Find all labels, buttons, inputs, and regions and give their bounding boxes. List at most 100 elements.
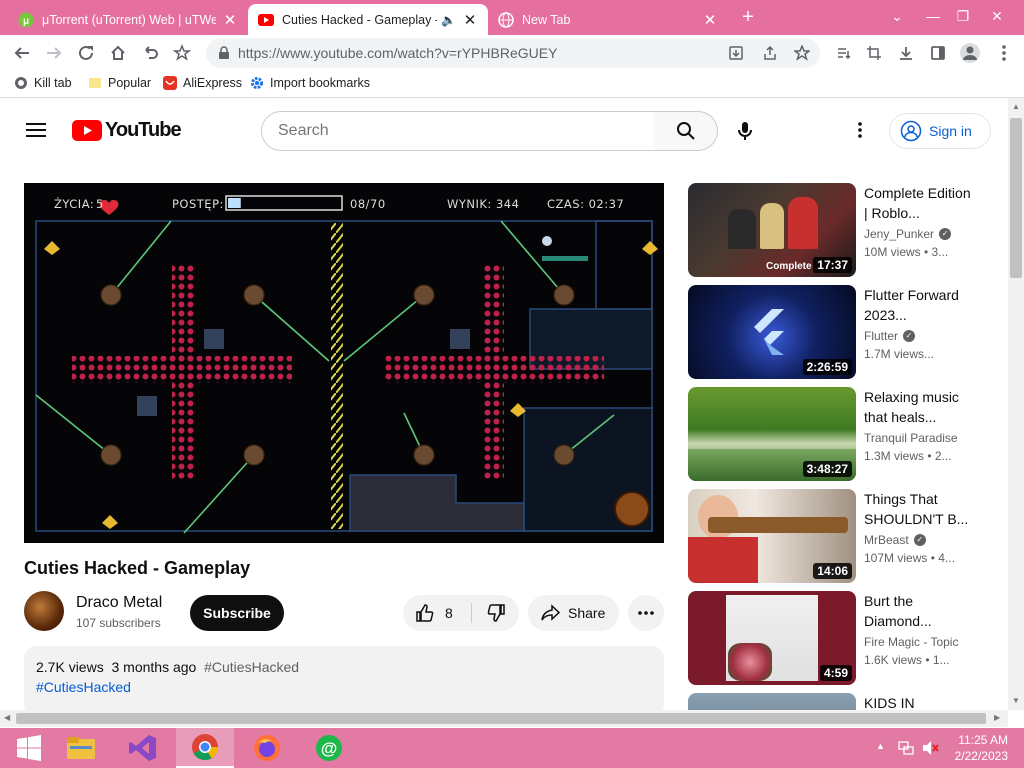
like-count: 8	[445, 605, 453, 621]
hashtag-link[interactable]: #CutiesHacked	[36, 679, 131, 695]
recommendation-item[interactable]: Complete 17:37 Complete Edition | Roblo.…	[688, 183, 988, 277]
tab-search-icon[interactable]: ⌄	[882, 2, 912, 30]
back-button[interactable]	[8, 39, 36, 67]
hashtag-inline[interactable]: #CutiesHacked	[204, 659, 299, 675]
description-box[interactable]: 2.7K views 3 months ago #CutiesHacked #C…	[24, 646, 664, 716]
home-button[interactable]	[104, 39, 132, 67]
address-bar[interactable]: https://www.youtube.com/watch?v=rYPHBReG…	[206, 38, 820, 68]
side-panel-icon[interactable]	[924, 39, 952, 67]
search-input[interactable]: Search	[261, 111, 655, 151]
email-app-button[interactable]: @	[300, 728, 358, 768]
start-button[interactable]	[0, 728, 58, 768]
firefox-button[interactable]	[238, 728, 296, 768]
install-app-icon	[729, 46, 743, 60]
browser-menu-icon[interactable]	[990, 39, 1018, 67]
bookmark-popular[interactable]: Popular	[88, 76, 151, 90]
search-button[interactable]	[654, 111, 718, 151]
scroll-right-icon[interactable]: ▶	[994, 713, 1000, 722]
vertical-scrollbar[interactable]: ▲ ▼	[1008, 98, 1024, 710]
show-hidden-icons[interactable]: ▲	[876, 741, 885, 751]
recommendation-item[interactable]: KIDS IN	[688, 693, 988, 710]
system-clock[interactable]: 11:25 AM 2/22/2023	[955, 732, 1008, 764]
lives-value: 5	[96, 197, 104, 211]
restore-button[interactable]: ❐	[948, 2, 978, 30]
tab-new-tab[interactable]: New Tab ✕	[488, 4, 728, 35]
recommendation-item[interactable]: 4:59 Burt the Diamond... Fire Magic - To…	[688, 591, 988, 685]
close-window-button[interactable]: ✕	[982, 2, 1012, 30]
forward-button[interactable]	[40, 39, 68, 67]
recommendation-item[interactable]: 14:06 Things That SHOULDN'T B... MrBeast…	[688, 489, 988, 583]
recommendation-item[interactable]: 2:26:59 Flutter Forward 2023... Flutter ✓…	[688, 285, 988, 379]
windows-logo-icon	[17, 735, 41, 761]
scrollbar-thumb[interactable]	[1010, 118, 1022, 278]
channel-name[interactable]: Draco Metal	[76, 594, 162, 612]
like-button[interactable]: 8	[403, 595, 471, 631]
volume-muted-icon[interactable]	[922, 740, 940, 761]
scroll-down-icon[interactable]: ▼	[1012, 696, 1020, 705]
dislike-button[interactable]	[473, 595, 519, 631]
close-tab-icon[interactable]: ✕	[462, 11, 478, 29]
bookmark-aliexpress[interactable]: AliExpress	[163, 76, 242, 90]
scrollbar-thumb[interactable]	[16, 713, 986, 724]
bookmark-kill-tab[interactable]: Kill tab	[14, 76, 72, 90]
share-button[interactable]: Share	[528, 595, 619, 631]
video-title: Cuties Hacked - Gameplay	[24, 558, 251, 578]
chrome-button[interactable]	[176, 728, 234, 768]
at-sign-icon: @	[316, 735, 342, 761]
video-thumbnail[interactable]: 3:48:27	[688, 387, 856, 481]
file-explorer-button[interactable]	[52, 728, 110, 768]
close-tab-icon[interactable]: ✕	[222, 11, 238, 29]
youtube-logo[interactable]: YouTube	[72, 119, 182, 142]
undo-button[interactable]	[136, 39, 164, 67]
minimize-button[interactable]: —	[918, 2, 948, 30]
folder-icon	[67, 737, 95, 759]
guide-menu-icon[interactable]	[26, 122, 46, 143]
bookmark-import[interactable]: Import bookmarks	[250, 76, 370, 90]
like-dislike-group: 8	[403, 595, 519, 631]
recommendation-views: 1.3M views • 2...	[864, 449, 952, 463]
recommendation-title[interactable]: Flutter Forward 2023...	[864, 285, 974, 325]
horizontal-scrollbar[interactable]: ◀ ▶	[0, 710, 1008, 727]
profile-avatar-icon[interactable]	[956, 39, 984, 67]
reading-list-icon[interactable]	[830, 39, 858, 67]
share-icon	[541, 604, 560, 621]
recommendation-title[interactable]: Complete Edition | Roblo...	[864, 183, 974, 223]
subscribe-button[interactable]: Subscribe	[190, 595, 284, 631]
youtube-header: YouTube Search Sign in	[0, 98, 1008, 162]
visual-studio-button[interactable]	[114, 728, 172, 768]
video-thumbnail[interactable]: Complete 17:37	[688, 183, 856, 277]
verified-badge-icon: ✓	[939, 228, 952, 240]
settings-more-icon[interactable]	[858, 122, 862, 143]
recommendation-title[interactable]: Things That SHOULDN'T B...	[864, 489, 974, 529]
like-divider	[471, 603, 472, 623]
video-player[interactable]: ŻYCIA: 5 POSTĘP: 08/70 WYNIK: 344 CZAS: …	[24, 183, 664, 543]
youtube-favicon	[258, 12, 274, 28]
recommendation-title[interactable]: Burt the Diamond...	[864, 591, 974, 631]
recommendation-title[interactable]: Relaxing music that heals...	[864, 387, 974, 427]
close-tab-icon[interactable]: ✕	[702, 11, 718, 29]
voice-search-button[interactable]	[737, 121, 753, 146]
reload-button[interactable]	[72, 39, 100, 67]
flutter-logo-icon	[754, 309, 784, 355]
scroll-left-icon[interactable]: ◀	[4, 713, 10, 722]
scroll-up-icon[interactable]: ▲	[1012, 102, 1020, 111]
sign-in-button[interactable]: Sign in	[889, 113, 991, 149]
recommendation-item[interactable]: 3:48:27 Relaxing music that heals... Tra…	[688, 387, 988, 481]
progress-value: 08/70	[350, 197, 386, 211]
video-thumbnail[interactable]: 14:06	[688, 489, 856, 583]
channel-avatar[interactable]	[24, 591, 64, 631]
new-tab-button[interactable]: +	[734, 6, 762, 30]
tab-youtube-video[interactable]: Cuties Hacked - Gameplay - 🔈 ✕	[248, 4, 488, 35]
bookmark-star-button[interactable]	[168, 39, 196, 67]
account-circle-icon	[900, 120, 922, 142]
video-thumbnail[interactable]: 2:26:59	[688, 285, 856, 379]
tab-utorrent[interactable]: μ μTorrent (uTorrent) Web | uTWeb ✕	[8, 4, 248, 35]
recommendation-title[interactable]: KIDS IN	[864, 693, 974, 710]
more-actions-button[interactable]	[628, 595, 664, 631]
video-thumbnail[interactable]	[688, 693, 856, 710]
download-icon[interactable]	[892, 39, 920, 67]
crop-icon[interactable]	[860, 39, 888, 67]
network-icon[interactable]	[898, 740, 914, 761]
speaker-icon[interactable]: 🔈	[441, 13, 456, 27]
video-thumbnail[interactable]: 4:59	[688, 591, 856, 685]
